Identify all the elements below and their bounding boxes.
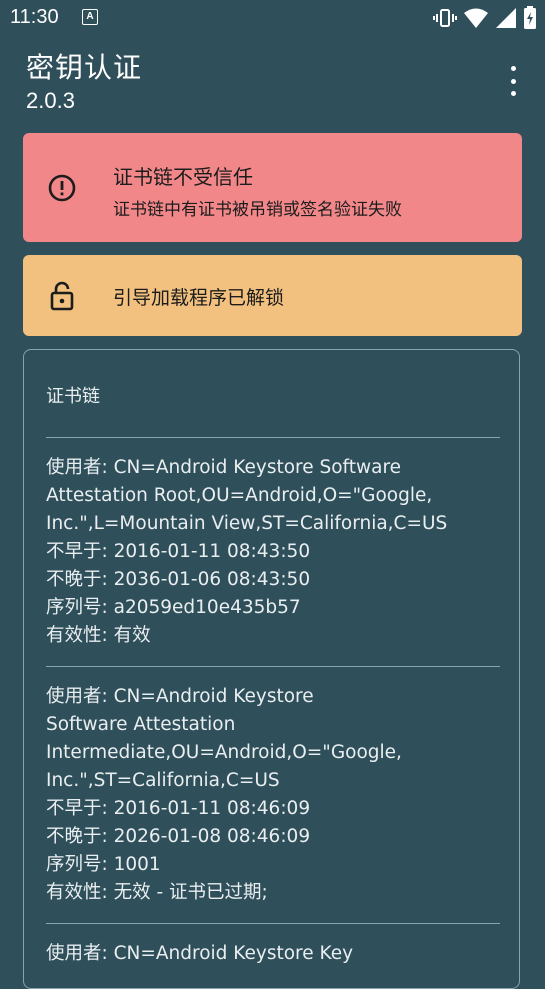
certificate-entry: 使用者: CN=Android Keystore Key [46,940,486,968]
cert-validity: 有效性: 无效 - 证书已过期; [46,882,268,903]
cert-subject-line: Inc.",L=Mountain View,ST=California,C=US [46,513,448,534]
cert-subject-line: Inc.",ST=California,C=US [46,770,280,791]
cert-serial: 序列号: a2059ed10e435b57 [46,597,301,618]
overflow-menu-button[interactable] [501,66,525,96]
app-version: 2.0.3 [26,88,75,113]
overflow-dot [510,78,516,84]
notification-a-icon: A [82,9,98,25]
vibrate-icon [433,9,457,27]
cert-not-before: 不早于: 2016-01-11 08:46:09 [46,798,311,819]
error-icon [48,174,76,202]
divider [46,923,500,924]
cert-subject-line: Software Attestation [46,714,236,735]
wifi-icon [464,8,488,28]
cert-not-before: 不早于: 2016-01-11 08:43:50 [46,541,311,562]
cert-not-after: 不晚于: 2026-01-08 08:46:09 [46,826,311,847]
certificate-entry: 使用者: CN=Android Keystore Software Attest… [46,683,486,907]
cert-subject-line: 使用者: CN=Android Keystore Software [46,457,402,478]
status-bar: 11:30 A [0,0,545,36]
error-title: 证书链不受信任 [113,165,253,189]
app-bar: 密钥认证 2.0.3 [0,36,545,120]
cert-subject-line: 使用者: CN=Android Keystore [46,686,314,707]
certificate-entry: 使用者: CN=Android Keystore Software Attest… [46,454,486,650]
status-time: 11:30 [10,6,59,28]
divider [46,437,500,438]
unlock-icon [50,281,74,311]
cert-subject-line: 使用者: CN=Android Keystore Key [46,943,354,964]
certificate-chain-card: 证书链 使用者: CN=Android Keystore Software At… [23,349,520,989]
error-subtitle: 证书链中有证书被吊销或签名验证失败 [113,200,402,220]
untrusted-chain-card[interactable]: 证书链不受信任 证书链中有证书被吊销或签名验证失败 [23,133,522,242]
cert-subject-line: Intermediate,OU=Android,O="Google, [46,742,402,763]
bootloader-title: 引导加载程序已解锁 [113,287,285,309]
cert-serial: 序列号: 1001 [46,854,161,875]
overflow-dot [510,91,516,96]
bootloader-unlocked-card[interactable]: 引导加载程序已解锁 [23,255,522,336]
cert-not-after: 不晚于: 2036-01-06 08:43:50 [46,569,311,590]
overflow-dot [510,66,516,71]
chain-heading: 证书链 [46,386,100,407]
divider [46,666,500,667]
status-icons [433,6,537,30]
app-title: 密钥认证 [26,51,143,84]
cert-validity: 有效性: 有效 [46,625,151,646]
battery-icon [524,6,536,29]
signal-icon [496,8,516,28]
cert-subject-line: Attestation Root,OU=Android,O="Google, [46,485,433,506]
